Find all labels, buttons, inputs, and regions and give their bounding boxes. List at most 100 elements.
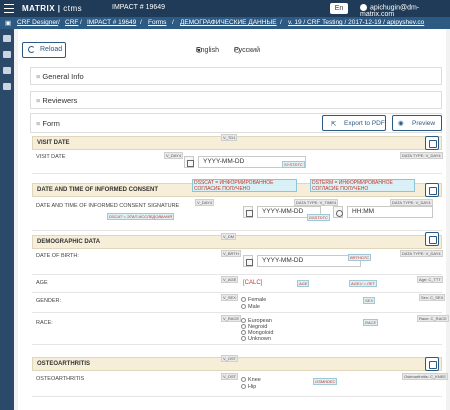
data-type-chip: Race: C_RACE: [417, 315, 449, 322]
general-info-panel[interactable]: ≡ General Info: [30, 67, 442, 85]
field-label: GENDER:: [36, 298, 62, 304]
variable-chip: BRTHDTC: [348, 254, 372, 261]
radio-knee[interactable]: [241, 377, 246, 383]
breadcrumb-crf[interactable]: CRF: [65, 19, 78, 26]
clock-icon[interactable]: [333, 206, 343, 218]
field-label: DATE AND TIME OF INFORMED CONSENT SIGNAT…: [36, 203, 180, 209]
osteo-option-knee[interactable]: Knee: [241, 377, 261, 383]
field-label: DATE OF BIRTH:: [36, 253, 79, 259]
brand-logo[interactable]: MATRIX | ctms: [22, 4, 82, 13]
osteo-option-hip[interactable]: Hip: [241, 384, 256, 390]
variable-chip: SEX: [363, 297, 376, 304]
field-label: OSTEOARTHRITIS: [36, 376, 85, 382]
user-icon: [360, 4, 367, 11]
field-code: V_RACE: [221, 315, 242, 322]
external-link-icon: ⇱: [331, 121, 337, 128]
breadcrumb-crf-designer[interactable]: CRF Designer: [17, 19, 58, 26]
section-consent: DATE AND TIME OF INFORMED CONSENT DSSCAT…: [32, 179, 442, 234]
language-button[interactable]: En: [330, 3, 348, 14]
hamburger-menu-icon[interactable]: [4, 4, 14, 13]
drag-icon: ≡: [36, 96, 41, 105]
gender-row: GENDER: V_SEX Female Male SEX Sex: C_SEX: [32, 293, 446, 313]
data-type-chip: DATA TYPE: V_DAY4: [400, 250, 443, 257]
section-osteoarthritis: OSTEOARTHRITIS V_OST OSTEOARTHRITIS V_OS…: [32, 355, 449, 405]
section-code: V_DM: [221, 233, 237, 240]
variable-chip: DSSTDTC: [307, 214, 330, 221]
reviewers-panel[interactable]: ≡ Reviewers: [30, 91, 442, 109]
race-row: RACE: V_RACE European Negroid Mongoloid …: [32, 313, 449, 345]
document-icon[interactable]: [3, 83, 11, 90]
drag-icon: ≡: [36, 119, 41, 128]
radio-negroid[interactable]: [241, 324, 246, 330]
field-label: RACE:: [36, 320, 53, 326]
radio-unknown[interactable]: [241, 336, 246, 342]
race-option-unknown[interactable]: Unknown: [241, 336, 271, 342]
radio-mongoloid[interactable]: [241, 330, 246, 336]
section-visit-date: VISIT DATE V_TD1 VISIT DATE V_DAY4 YYYY-…: [32, 134, 443, 176]
age-row: AGE V_AGE [CALC] AGE AGEU = ЛЕТ Age: C_T…: [32, 275, 443, 293]
variable-chip: RACE: [363, 319, 379, 326]
settings-icon[interactable]: [3, 35, 11, 42]
field-code: V_SEX: [221, 294, 238, 301]
section-title: DEMOGRAPHIC DATA: [32, 235, 442, 249]
drag-icon: ≡: [36, 72, 41, 81]
unit-chip: AGEU = ЛЕТ: [349, 280, 377, 287]
breadcrumb-forms[interactable]: Forms: [148, 19, 166, 26]
language-switch: English Русский: [196, 47, 260, 54]
variable-chip: SYSTDTC: [282, 161, 305, 168]
field-label: AGE: [36, 280, 48, 286]
calendar-icon[interactable]: [243, 255, 253, 267]
sidebar: [0, 29, 14, 410]
variable-chip: AGE: [297, 280, 310, 287]
reload-icon: [28, 46, 35, 53]
variable-chip: OSMHDEC: [313, 378, 338, 385]
export-pdf-button[interactable]: ⇱ Export to PDF: [322, 115, 386, 131]
breadcrumb-form-name[interactable]: ДЕМОГРАФИЧЕСКИЕ ДАННЫЕ: [180, 19, 277, 26]
data-type-chip: Osteoarthritis: C_KNEE: [402, 373, 449, 380]
field-code: V_BRTH: [221, 250, 241, 257]
field-code: V_DAY4: [164, 152, 184, 159]
info-icon[interactable]: [3, 51, 11, 58]
osteo-row: OSTEOARTHRITIS V_OST Knee Hip OSMHDEC Os…: [32, 371, 449, 397]
breadcrumb-version[interactable]: v. 19 / CRF Testing / 2017-12-19 / apipy…: [288, 19, 424, 26]
gender-option-male[interactable]: Male: [241, 304, 260, 310]
data-type-chip: DATA TYPE: V_DAY4: [400, 152, 443, 159]
edit-section-demographic-button[interactable]: [425, 232, 439, 246]
gender-option-female[interactable]: Female: [241, 297, 266, 303]
data-type-chip-time: DATA TYPE: V_TIME4: [294, 199, 339, 206]
reload-button[interactable]: Reload: [22, 42, 66, 58]
data-type-chip: Age: C_TTT: [417, 276, 443, 283]
consent-time-input[interactable]: HH:MM: [347, 206, 433, 218]
edit-section-consent-button[interactable]: [425, 183, 439, 197]
radio-female[interactable]: [241, 297, 246, 303]
home-icon: ▣: [5, 20, 12, 27]
section-demographic: DEMOGRAPHIC DATA V_DM DATE OF BIRTH: V_B…: [32, 233, 449, 348]
field-label: VISIT DATE: [36, 154, 66, 160]
breadcrumb-impact[interactable]: IMPACT # 19649: [87, 19, 136, 26]
section-code: V_OST: [221, 355, 239, 362]
radio-european[interactable]: [241, 318, 246, 324]
edit-section-visit-date-button[interactable]: [425, 136, 439, 150]
dob-input[interactable]: YYYY-MM-DD: [257, 255, 361, 267]
study-title: IMPACT # 19649: [112, 4, 166, 11]
calendar-icon[interactable]: [184, 156, 194, 168]
data-type-chip: Sex: C_SEX: [419, 294, 446, 301]
top-bar: MATRIX | ctms IMPACT # 19649 En apichugi…: [0, 0, 450, 18]
radio-male[interactable]: [241, 304, 246, 310]
preview-button[interactable]: ◉ Preview: [392, 115, 442, 131]
field-row: DATE AND TIME OF INFORMED CONSENT SIGNAT…: [32, 197, 442, 231]
calc-value: [CALC]: [243, 280, 263, 286]
dob-row: DATE OF BIRTH: V_BRTH YYYY-MM-DD BRTHDTC…: [32, 249, 443, 275]
users-icon[interactable]: [3, 67, 11, 74]
field-code: V_OST: [221, 373, 239, 380]
field-row: VISIT DATE V_DAY4 YYYY-MM-DD SYSTDTC DAT…: [32, 150, 443, 174]
dscat-chip: DSCAT = ЭТАП ИССЛЕДОВАНИЯ: [107, 213, 175, 220]
eye-icon: ◉: [398, 120, 404, 127]
data-type-chip-date: DATA TYPE: V_DAY4: [390, 199, 433, 206]
field-code: V_AGE: [221, 276, 239, 283]
breadcrumb: ▣ CRF Designer / CRF / IMPACT # 19649 / …: [0, 17, 450, 29]
section-code: V_TD1: [221, 134, 238, 141]
edit-section-osteoarthritis-button[interactable]: [425, 357, 439, 371]
radio-hip[interactable]: [241, 384, 246, 390]
calendar-icon[interactable]: [243, 206, 253, 218]
